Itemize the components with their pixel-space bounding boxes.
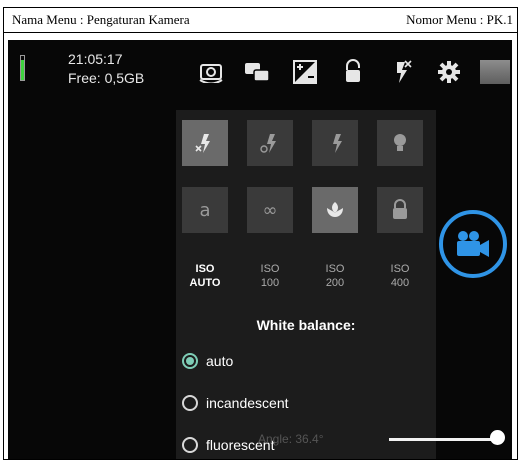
zoom-slider-fill bbox=[389, 438, 497, 441]
focus-locked-option[interactable] bbox=[377, 187, 423, 233]
battery-level bbox=[21, 59, 24, 80]
flash-on-option[interactable] bbox=[312, 120, 358, 166]
focus-auto-label: a bbox=[199, 199, 211, 221]
wb-option-incandescent[interactable]: incandescent bbox=[182, 392, 289, 414]
wb-option-label: incandescent bbox=[206, 395, 289, 411]
focus-auto-option[interactable]: a bbox=[182, 187, 228, 233]
battery-icon bbox=[20, 55, 25, 81]
clock-time: 21:05:17 bbox=[68, 51, 123, 67]
white-balance-title: White balance: bbox=[256, 317, 356, 333]
radio-button[interactable] bbox=[182, 353, 198, 369]
iso-value: 100 bbox=[260, 277, 280, 289]
focus-infinity-label: ∞ bbox=[262, 199, 278, 221]
exposure-lock-icon[interactable] bbox=[335, 52, 371, 92]
radio-button[interactable] bbox=[182, 437, 198, 453]
iso-value: 200 bbox=[325, 277, 345, 289]
radio-button[interactable] bbox=[182, 395, 198, 411]
menu-name: Nama Menu : Pengaturan Kamera bbox=[12, 12, 190, 27]
iso-label: ISO bbox=[390, 263, 410, 275]
menu-number: Nomor Menu : PK.1 bbox=[406, 12, 513, 27]
document-header: Nama Menu : Pengaturan Kamera Nomor Menu… bbox=[4, 8, 517, 33]
wb-option-auto[interactable]: auto bbox=[182, 350, 233, 372]
zoom-slider-track[interactable] bbox=[389, 438, 499, 441]
switch-camera-icon[interactable] bbox=[193, 52, 229, 92]
video-camera-icon bbox=[457, 231, 489, 257]
flash-auto-option[interactable] bbox=[247, 120, 293, 166]
camera-toolbar bbox=[193, 52, 512, 96]
iso-label: ISO bbox=[325, 263, 345, 275]
status-area: 21:05:17 Free: 0,5GB bbox=[8, 40, 178, 110]
flash-off-option[interactable] bbox=[182, 120, 228, 166]
iso-auto-option[interactable]: ISO AUTO bbox=[182, 262, 228, 290]
focus-macro-option[interactable] bbox=[312, 187, 358, 233]
multi-camera-icon[interactable] bbox=[239, 52, 275, 92]
iso-400-option[interactable]: ISO 400 bbox=[377, 262, 423, 290]
angle-readout: Angle: 36.4° bbox=[258, 432, 324, 446]
wb-option-label: auto bbox=[206, 353, 234, 369]
iso-200-option[interactable]: ISO 200 bbox=[312, 262, 358, 290]
free-storage: Free: 0,5GB bbox=[68, 70, 145, 86]
iso-label: ISO bbox=[260, 263, 280, 275]
zoom-slider-knob[interactable] bbox=[489, 430, 505, 445]
torch-option[interactable] bbox=[377, 120, 423, 166]
exposure-icon[interactable] bbox=[287, 52, 323, 92]
settings-icon[interactable] bbox=[431, 52, 467, 92]
iso-label: ISO bbox=[195, 263, 215, 275]
document-frame: Nama Menu : Pengaturan Kamera Nomor Menu… bbox=[3, 7, 518, 460]
record-video-button[interactable] bbox=[439, 210, 507, 278]
flash-off-icon[interactable] bbox=[383, 52, 419, 92]
iso-value: 400 bbox=[390, 277, 410, 289]
gallery-thumbnail[interactable] bbox=[477, 52, 512, 92]
camera-screen: 21:05:17 Free: 0,5GB a ∞ ISO AUTO ISO 10… bbox=[8, 40, 512, 459]
iso-100-option[interactable]: ISO 100 bbox=[247, 262, 293, 290]
iso-value: AUTO bbox=[189, 277, 221, 289]
settings-popup: a ∞ ISO AUTO ISO 100 ISO 200 ISO 400 White b… bbox=[176, 110, 436, 459]
focus-infinity-option[interactable]: ∞ bbox=[247, 187, 293, 233]
